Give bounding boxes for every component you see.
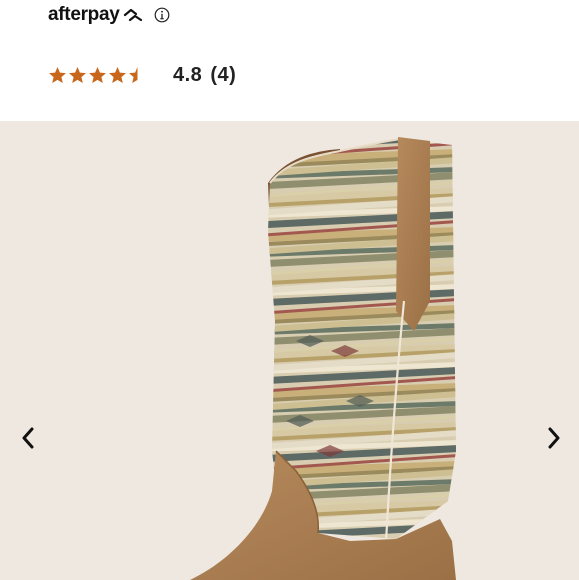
carousel-prev-button[interactable] [16,424,40,452]
boot-photo [190,137,456,580]
carousel-next-button[interactable] [542,424,566,452]
review-count[interactable]: (4) [210,64,236,86]
star-icon [129,67,138,83]
afterpay-logo-text: afterpay [48,4,120,25]
chevron-right-icon [548,427,560,449]
afterpay-logo: afterpay [48,4,144,26]
afterpay-arrows-icon [123,8,142,22]
rating-value: 4.8 [173,63,203,86]
star-icon [109,67,126,83]
rating-summary: 4.8 (4) [173,64,236,87]
star-icon [69,67,86,83]
rating-row[interactable]: 4.8 (4) [48,62,236,88]
product-image[interactable] [0,121,579,580]
star-rating [48,66,147,84]
star-icon [49,67,66,83]
afterpay-row: afterpay [48,2,170,28]
star-icon [89,67,106,83]
info-icon[interactable] [154,7,170,23]
chevron-left-icon [22,427,34,449]
